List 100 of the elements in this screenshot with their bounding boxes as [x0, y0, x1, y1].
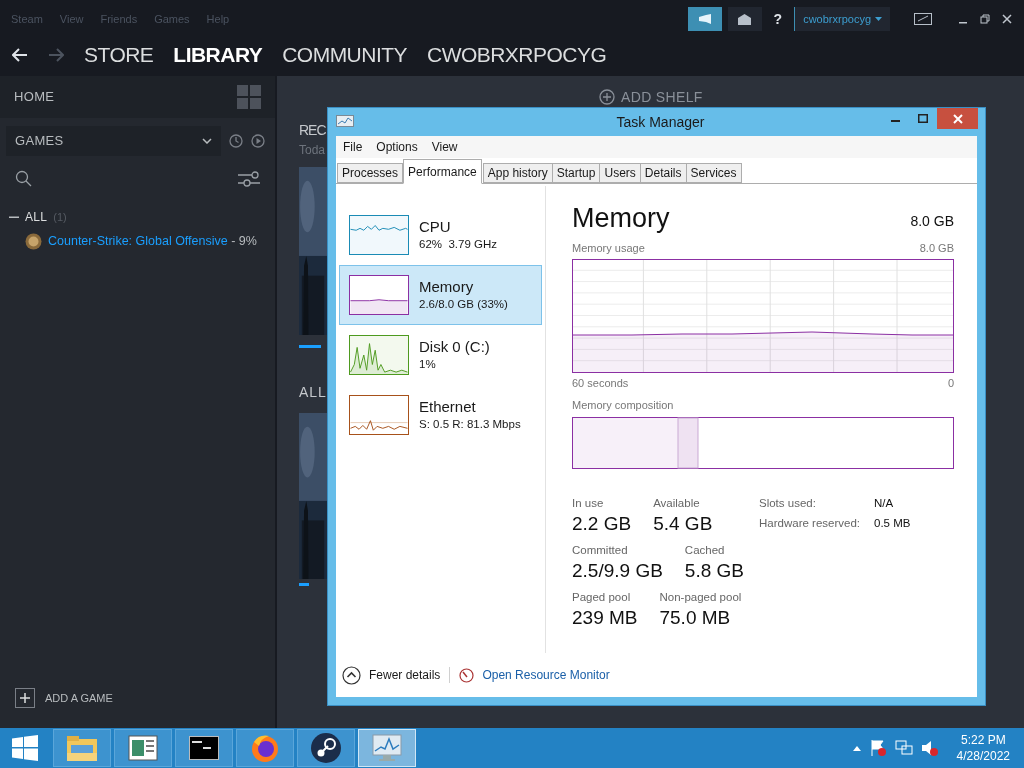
play-icon[interactable] [251, 134, 265, 148]
shelf-title: ALL [299, 383, 327, 402]
fewer-details-button[interactable]: Fewer details [369, 666, 441, 684]
nav-tab[interactable]: LIBRARY [173, 39, 263, 71]
resource-name: Ethernet [419, 396, 477, 416]
usage-graph-icon [349, 215, 409, 255]
folder-icon [65, 733, 99, 763]
tab[interactable]: Startup [551, 163, 601, 183]
windows-logo-icon [12, 735, 38, 761]
property-value: N/A [874, 495, 895, 511]
clock-icon[interactable] [229, 134, 243, 148]
composition-label: Memory composition [572, 398, 675, 413]
resource-item[interactable]: Memory 2.6/8.0 GB (33%) [339, 265, 542, 325]
taskbar-app-button[interactable] [297, 729, 355, 767]
menu-item[interactable]: View [431, 138, 458, 156]
stat-value: 75.0 MB [659, 606, 732, 631]
clock-time[interactable]: 5:22 PM [960, 732, 1006, 748]
menu-item[interactable]: File [343, 138, 363, 156]
game-title[interactable]: Counter-Strike: Global Offensive [48, 232, 228, 251]
nav-tab[interactable]: COMMUNITY [282, 39, 407, 71]
tab[interactable]: Users [599, 163, 641, 183]
stat-label: Non-paged pool [659, 590, 742, 605]
add-icon[interactable] [15, 688, 35, 708]
caret-icon [875, 16, 882, 22]
minimize-icon [890, 120, 900, 122]
monitor-icon [371, 733, 403, 763]
muted-speaker-icon[interactable] [920, 739, 939, 757]
resource-monitor-link[interactable]: Open Resource Monitor [482, 666, 610, 684]
collapse-circle-icon[interactable] [342, 665, 361, 685]
total-memory: 8.0 GB [910, 212, 954, 231]
tab[interactable]: Performance [403, 159, 482, 184]
steam-icon [310, 732, 342, 764]
usage-graph-icon [349, 395, 409, 435]
document-window-icon [128, 735, 158, 761]
home-link[interactable]: HOME [14, 87, 55, 107]
clock-date[interactable]: 4/28/2022 [956, 748, 1010, 764]
tab[interactable]: Details [639, 163, 687, 183]
show-hidden-icons-icon[interactable] [852, 745, 861, 751]
add-circle-icon[interactable] [599, 89, 615, 105]
graph-label: Memory usage [572, 241, 645, 256]
megaphone-icon [697, 14, 712, 24]
shelf-subtitle: Toda [299, 142, 326, 159]
tab[interactable]: Processes [337, 163, 404, 183]
gauge-icon [459, 667, 475, 683]
detail-title: Memory [572, 202, 670, 234]
terminal-icon [189, 736, 219, 760]
game-icon [25, 232, 42, 250]
resource-detail: 1% [419, 356, 437, 372]
resource-name: CPU [419, 216, 452, 236]
usage-graph-icon [349, 335, 409, 375]
resource-name: Disk 0 (C:) [419, 336, 490, 356]
maximize-icon[interactable] [980, 14, 990, 24]
stat-label: Committed [572, 542, 629, 558]
taskbar-app-button[interactable] [175, 729, 233, 767]
filter-sliders-icon[interactable] [238, 171, 260, 187]
resource-detail: 62% 3.79 GHz [419, 236, 497, 252]
graph-time-label: 0 [947, 375, 954, 391]
resource-detail: S: 0.5 R: 81.3 Mbps [419, 416, 521, 432]
property-label: Hardware reserved: [759, 515, 861, 531]
big-picture-icon[interactable] [914, 13, 932, 25]
group-label[interactable]: ALL [25, 208, 48, 226]
stat-value: 5.8 GB [684, 559, 744, 583]
property-value: 0.5 MB [874, 515, 911, 531]
add-shelf-button[interactable]: ADD SHELF [621, 86, 703, 108]
stat-value: 2.2 GB [572, 511, 632, 536]
stat-value: 2.5/9.9 GB [572, 559, 663, 583]
notifications-button[interactable] [727, 7, 762, 31]
stat-value: 5.4 GB [653, 511, 713, 536]
property-label: Slots used: [759, 495, 817, 511]
nav-tab[interactable]: CWOBRXRPOCYG [427, 39, 607, 71]
task-manager-icon [336, 115, 354, 129]
stat-label: In use [572, 495, 605, 511]
close-icon[interactable] [1002, 14, 1012, 24]
shelf-title: REC [299, 121, 326, 140]
graph-max-label: 8.0 GB [919, 241, 954, 256]
maximize-icon [918, 113, 928, 123]
account-dropdown[interactable]: cwobrxrpocyg [794, 7, 890, 31]
network-icon[interactable] [894, 739, 913, 757]
back-arrow-icon[interactable] [12, 48, 28, 62]
games-filter-dropdown[interactable]: GAMES [6, 126, 221, 156]
nav-tab[interactable]: STORE [84, 39, 154, 71]
usage-graph-icon [349, 275, 409, 315]
graph-time-label: 60 seconds [572, 375, 629, 391]
close-icon [952, 113, 963, 124]
resource-name: Memory [419, 276, 475, 296]
stat-value: 239 MB [572, 606, 638, 631]
tab[interactable]: App history [482, 163, 553, 183]
flag-icon[interactable] [868, 739, 887, 757]
menu-item[interactable]: Options [376, 138, 418, 156]
close-button[interactable] [937, 108, 978, 129]
stat-label: Paged pool [572, 590, 632, 605]
download-status: - 9% [230, 233, 257, 250]
announcements-button[interactable] [687, 7, 722, 31]
search-icon[interactable] [15, 170, 33, 188]
stat-label: Available [653, 495, 701, 511]
add-game-link[interactable]: ADD A GAME [45, 689, 113, 707]
stat-label: Cached [684, 542, 726, 558]
tab[interactable]: Services [685, 163, 742, 183]
chevron-down-icon [202, 138, 212, 144]
help-button[interactable]: ? [767, 8, 789, 30]
